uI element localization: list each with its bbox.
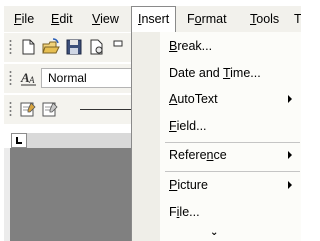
expand-chevron-icon[interactable]: ⌄ xyxy=(210,228,218,238)
left-tab-icon xyxy=(16,137,22,144)
menu-item-autotext[interactable]: AutoText xyxy=(169,90,218,108)
menu-file[interactable]: File xyxy=(14,6,34,32)
toolbar-grip[interactable] xyxy=(9,70,12,87)
submenu-arrow-icon xyxy=(288,151,292,159)
menu-item-file[interactable]: File... xyxy=(169,203,200,221)
standard-toolbar xyxy=(4,33,132,62)
document-area[interactable] xyxy=(4,148,138,241)
open-folder-icon[interactable] xyxy=(41,37,61,57)
menu-insert[interactable]: Insert xyxy=(131,6,177,33)
print-icon[interactable] xyxy=(108,37,128,57)
menu-view[interactable]: View xyxy=(92,6,119,32)
edit-form-icon[interactable] xyxy=(40,99,60,119)
menu-separator xyxy=(165,142,300,143)
horizontal-ruler[interactable] xyxy=(27,133,137,148)
style-dropdown[interactable]: Normal xyxy=(41,68,133,88)
permission-icon[interactable] xyxy=(87,37,107,57)
menu-item-break[interactable]: Break... xyxy=(169,37,212,55)
forms-toolbar xyxy=(4,95,140,124)
new-document-icon[interactable] xyxy=(18,37,38,57)
menu-icon-gutter xyxy=(132,32,160,241)
menu-item-date-and-time[interactable]: Date and Time... xyxy=(169,64,261,82)
menu-separator xyxy=(165,171,300,172)
submenu-arrow-icon xyxy=(288,95,292,103)
styles-icon[interactable]: AA xyxy=(18,68,38,88)
menu-bar: File Edit View Insert Format Tools T xyxy=(4,6,301,33)
form-icon[interactable] xyxy=(18,99,38,119)
insert-menu: Break... Date and Time... AutoText Field… xyxy=(131,32,301,241)
menu-edit[interactable]: Edit xyxy=(51,6,73,32)
toolbar-grip[interactable] xyxy=(9,39,12,56)
menu-item-picture[interactable]: Picture xyxy=(169,176,208,194)
vertical-ruler xyxy=(4,148,10,241)
menu-tools[interactable]: Tools xyxy=(250,6,279,32)
menu-table[interactable]: T xyxy=(294,6,301,32)
menu-item-field[interactable]: Field... xyxy=(169,117,207,135)
toolbar-grip[interactable] xyxy=(9,101,12,118)
formatting-toolbar: AA Normal xyxy=(4,64,133,93)
menu-format[interactable]: Format xyxy=(187,6,227,32)
save-icon[interactable] xyxy=(64,37,84,57)
svg-text:A: A xyxy=(28,75,35,85)
word-window: File Edit View Insert Format Tools T AA … xyxy=(0,0,301,241)
submenu-arrow-icon xyxy=(288,181,292,189)
tab-selector[interactable] xyxy=(11,133,27,148)
menu-item-reference[interactable]: Reference xyxy=(169,146,227,164)
